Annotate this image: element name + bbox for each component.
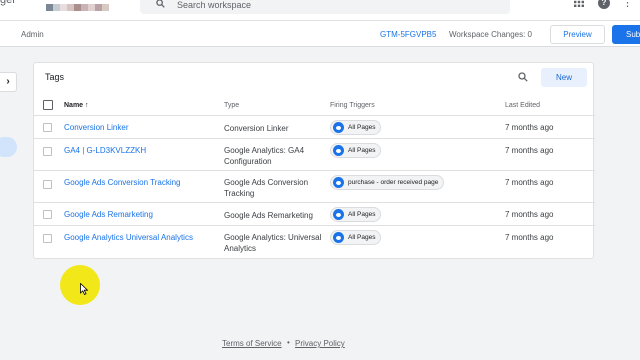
trigger-chip[interactable]: All Pages — [330, 207, 382, 222]
trigger-chip[interactable]: purchase - order received page — [330, 175, 445, 190]
column-header-type[interactable]: Type — [224, 102, 239, 109]
tag-type: Google Ads Conversion Tracking — [224, 178, 309, 198]
sidebar-active-item[interactable] — [0, 137, 17, 157]
tag-type: Google Analytics: GA4 Configuration — [224, 146, 305, 166]
tag-name-link[interactable]: GA4 | G-LD3KVLZZKH — [64, 146, 146, 155]
account-avatar-pixel — [67, 4, 74, 11]
last-edited: 7 months ago — [505, 123, 554, 132]
account-avatar-pixel — [53, 4, 60, 11]
tags-card: Tags New Name ↑ Type Firing Triggers Las… — [33, 62, 595, 259]
eye-icon — [333, 232, 344, 243]
last-edited: 7 months ago — [505, 210, 554, 219]
table-row[interactable]: Google Ads Conversion Tracking Google Ad… — [34, 171, 595, 203]
privacy-policy-link[interactable]: Privacy Policy — [295, 339, 345, 348]
last-edited: 7 months ago — [505, 233, 554, 242]
app-brand: ger — [0, 0, 16, 6]
table-row[interactable]: Conversion Linker Conversion Linker All … — [34, 116, 595, 139]
tag-name-link[interactable]: Google Ads Remarketing — [64, 210, 153, 219]
last-edited: 7 months ago — [505, 178, 554, 187]
search-input[interactable]: Search workspace — [177, 0, 251, 10]
tag-name-link[interactable]: Google Analytics Universal Analytics — [64, 233, 193, 242]
container-id-link[interactable]: GTM-5FGVPB5 — [380, 30, 436, 39]
top-bar: ger Search workspace ? ⋮ — [0, 0, 640, 20]
column-header-name[interactable]: Name ↑ — [64, 102, 89, 109]
table-header: Name ↑ Type Firing Triggers Last Edited — [34, 95, 595, 116]
table-row[interactable]: Google Ads Remarketing Google Ads Remark… — [34, 203, 595, 226]
workspace-changes: Workspace Changes: 0 — [449, 30, 533, 39]
last-edited: 7 months ago — [505, 146, 554, 155]
cursor-icon — [80, 282, 89, 297]
row-checkbox[interactable] — [43, 180, 52, 189]
admin-tab[interactable]: Admin — [21, 30, 44, 39]
account-avatar-pixel — [95, 4, 102, 11]
submit-button[interactable]: Submit — [612, 25, 640, 44]
tag-type: Google Analytics: Universal Analytics — [224, 233, 322, 253]
new-tag-button[interactable]: New — [541, 68, 587, 87]
footer-separator: • — [287, 338, 290, 347]
tag-name-link[interactable]: Conversion Linker — [64, 123, 128, 132]
workspace-bar: Admin GTM-5FGVPB5 Workspace Changes: 0 P… — [0, 20, 640, 47]
column-header-edited[interactable]: Last Edited — [505, 102, 540, 109]
trigger-chip[interactable]: All Pages — [330, 143, 382, 158]
account-avatar-pixel — [46, 4, 53, 11]
sort-arrow-icon: ↑ — [85, 102, 89, 109]
row-checkbox[interactable] — [43, 210, 52, 219]
search-icon — [156, 0, 165, 11]
eye-icon — [333, 122, 344, 133]
workspace-search[interactable]: Search workspace — [140, 0, 510, 14]
row-checkbox[interactable] — [43, 147, 52, 156]
apps-grid-icon[interactable] — [574, 0, 584, 10]
trigger-chip[interactable]: All Pages — [330, 120, 382, 135]
table-row[interactable]: Google Analytics Universal Analytics Goo… — [34, 226, 595, 259]
eye-icon — [333, 209, 344, 220]
table-row[interactable]: GA4 | G-LD3KVLZZKH Google Analytics: GA4… — [34, 139, 595, 171]
column-header-triggers[interactable]: Firing Triggers — [330, 102, 375, 109]
eye-icon — [333, 177, 344, 188]
tag-name-link[interactable]: Google Ads Conversion Tracking — [64, 178, 181, 187]
preview-button[interactable]: Preview — [550, 25, 605, 44]
search-icon[interactable] — [518, 72, 528, 85]
help-icon[interactable]: ? — [598, 0, 610, 9]
terms-of-service-link[interactable]: Terms of Service — [222, 339, 282, 348]
account-avatar-pixel — [60, 4, 67, 11]
account-avatar-pixel — [88, 4, 95, 11]
card-title: Tags — [45, 72, 65, 82]
account-avatar-pixel — [102, 4, 109, 11]
account-avatar-pixel — [81, 4, 88, 11]
row-checkbox[interactable] — [43, 123, 52, 132]
row-checkbox[interactable] — [43, 234, 52, 243]
more-vert-icon[interactable]: ⋮ — [622, 0, 633, 9]
eye-icon — [333, 145, 344, 156]
tag-type: Google Ads Remarketing — [224, 211, 313, 220]
trigger-chip[interactable]: All Pages — [330, 230, 382, 245]
select-all-checkbox[interactable] — [43, 100, 53, 110]
tag-type: Conversion Linker — [224, 124, 289, 133]
account-avatar-pixel — [74, 4, 81, 11]
chevron-right-icon[interactable]: › — [0, 72, 17, 92]
